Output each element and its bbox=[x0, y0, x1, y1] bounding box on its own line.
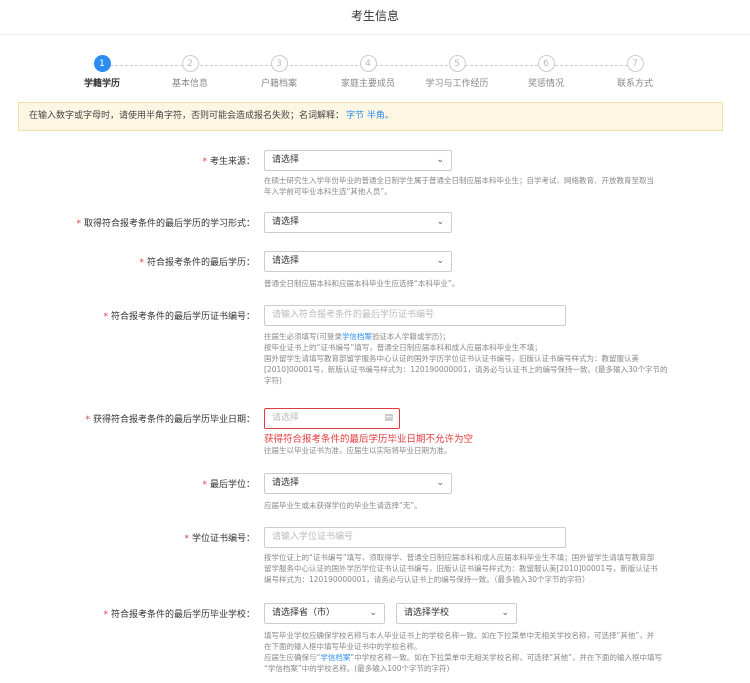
step-5[interactable]: 5 学习与工作经历 bbox=[407, 55, 507, 89]
page-title: 考生信息 bbox=[350, 9, 399, 23]
grad-date-picker[interactable]: 请选择 ▤ bbox=[264, 408, 400, 429]
calendar-icon: ▤ bbox=[384, 413, 393, 423]
field-label: * 符合报考条件的最后学历毕业学校： bbox=[103, 610, 255, 620]
step-label: 学籍学历 bbox=[83, 79, 120, 89]
field-label: * 符合报考条件的最后学历证书编号： bbox=[103, 312, 255, 322]
notice-text: 在输入数字或字母时，请使用半角字符，否则可能会造成报名失败；名词解释： bbox=[29, 111, 345, 121]
chevron-down-icon: ⌄ bbox=[436, 155, 444, 165]
source-hint: 在硕士研究生入学年份毕业的普通全日制学生属于普通全日制应届本科毕业生；自学考试、… bbox=[264, 176, 654, 196]
step-6[interactable]: 6 奖惩情况 bbox=[496, 55, 596, 89]
xuexin-link[interactable]: 学信档案 bbox=[320, 653, 350, 662]
chevron-down-icon: ⌄ bbox=[436, 256, 444, 266]
step-label: 户籍档案 bbox=[260, 79, 297, 89]
step-label: 学习与工作经历 bbox=[425, 79, 489, 89]
step-number: 5 bbox=[448, 55, 466, 72]
field-label: * 取得符合报考条件的最后学历的学习形式： bbox=[76, 219, 255, 229]
step-number: 4 bbox=[359, 55, 377, 72]
xuexin-link[interactable]: 学信档案 bbox=[342, 332, 372, 341]
step-number: 3 bbox=[270, 55, 288, 72]
step-2[interactable]: 2 基本信息 bbox=[140, 55, 240, 89]
grad-date-error: 获得符合报考条件的最后学历毕业日期不允许为空 bbox=[264, 434, 474, 445]
chevron-down-icon: ⌄ bbox=[436, 478, 444, 488]
step-4[interactable]: 4 家庭主要成员 bbox=[318, 55, 418, 89]
province-select[interactable]: 请选择省（市） ⌄ bbox=[264, 603, 385, 624]
grad-date-hint: 往届生以毕业证书为准，应届生以实际将毕业日期为准。 bbox=[264, 446, 452, 455]
step-1[interactable]: 1 学籍学历 bbox=[52, 55, 152, 89]
field-label: * 获得符合报考条件的最后学历毕业日期： bbox=[85, 415, 255, 425]
step-number: 1 bbox=[93, 55, 111, 72]
notice-link[interactable]: 字节 半角。 bbox=[346, 111, 394, 121]
step-number: 7 bbox=[626, 55, 644, 72]
field-label: * 符合报考条件的最后学历： bbox=[139, 258, 255, 268]
step-label: 奖惩情况 bbox=[527, 79, 564, 89]
chevron-down-icon: ⌄ bbox=[501, 608, 509, 618]
cert-no-hint: 往届生必须填写(可登录学信档案验证本人学籍或学历)； 按毕业证书上的“证书编号”… bbox=[264, 332, 668, 385]
step-label: 家庭主要成员 bbox=[340, 79, 395, 89]
last-edu-hint: 普通全日制应届本科和应届本科毕业生应选择“本科毕业”。 bbox=[264, 279, 460, 288]
chevron-down-icon: ⌄ bbox=[436, 217, 444, 227]
field-label: * 学位证书编号： bbox=[184, 534, 255, 544]
school-select[interactable]: 请选择学校 ⌄ bbox=[396, 603, 517, 624]
last-degree-hint: 应届毕业生或未获得学位的毕业生请选择“无”。 bbox=[264, 501, 422, 510]
step-label: 基本信息 bbox=[171, 79, 208, 89]
progress-stepper: 1 学籍学历 2 基本信息 3 户籍档案 4 家庭主要成员 5 学习与工作经历 … bbox=[0, 55, 750, 95]
step-number: 2 bbox=[181, 55, 199, 72]
step-7[interactable]: 7 联系方式 bbox=[585, 55, 685, 89]
study-form-select[interactable]: 请选择 ⌄ bbox=[264, 212, 452, 233]
degree-cert-hint: 按学位证上的“证书编号”填写，须取得学、普通全日制应届本科和成人应届本科毕业生不… bbox=[264, 553, 658, 584]
chevron-down-icon: ⌄ bbox=[369, 608, 377, 618]
step-3[interactable]: 3 户籍档案 bbox=[229, 55, 329, 89]
notice-banner: 在输入数字或字母时，请使用半角字符，否则可能会造成报名失败；名词解释： 字节 半角… bbox=[18, 102, 723, 131]
field-label: * 考生来源： bbox=[202, 157, 255, 167]
step-number: 6 bbox=[537, 55, 555, 72]
header-divider bbox=[0, 34, 750, 35]
degree-cert-input[interactable]: 请输入学位证书编号 bbox=[264, 527, 566, 548]
last-edu-select[interactable]: 请选择 ⌄ bbox=[264, 251, 452, 272]
cert-no-input[interactable]: 请输入符合报考条件的最后学历证书编号 bbox=[264, 305, 566, 326]
step-label: 联系方式 bbox=[616, 79, 653, 89]
last-degree-select[interactable]: 请选择 ⌄ bbox=[264, 473, 452, 494]
field-label: * 最后学位： bbox=[202, 480, 255, 490]
source-select[interactable]: 请选择 ⌄ bbox=[264, 150, 452, 171]
school-hint: 填写毕业学校应确保学校名称与本人毕业证书上的学校名称一致。如在下拉菜单中无相关学… bbox=[264, 631, 663, 673]
